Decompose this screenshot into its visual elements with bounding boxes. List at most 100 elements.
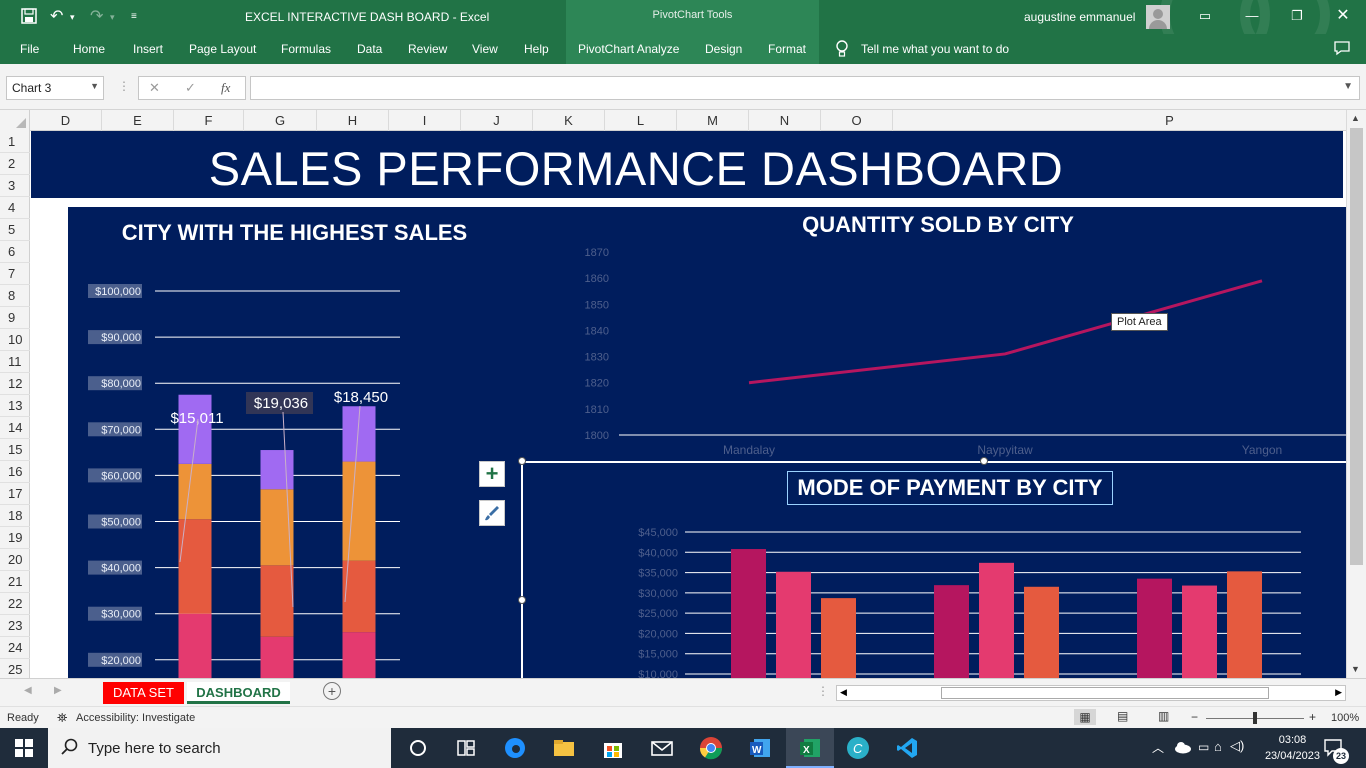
- chart-plot-highest-sales[interactable]: $10,000$20,000$30,000$40,000$50,000$60,0…: [68, 207, 521, 678]
- ribbon-display-icon[interactable]: ▭: [1195, 6, 1215, 26]
- column-header[interactable]: J: [461, 110, 533, 131]
- row-header[interactable]: 3: [0, 175, 30, 197]
- tab-data[interactable]: Data: [357, 42, 382, 56]
- column-header[interactable]: O: [821, 110, 893, 131]
- row-header[interactable]: 18: [0, 505, 30, 527]
- row-header[interactable]: 8: [0, 285, 30, 307]
- column-header[interactable]: L: [605, 110, 677, 131]
- next-sheet-icon[interactable]: ▶: [54, 685, 62, 696]
- row-header[interactable]: 12: [0, 373, 30, 395]
- taskbar-search[interactable]: Type here to search: [48, 728, 391, 768]
- comments-icon[interactable]: [1333, 40, 1351, 61]
- chart-highest-sales[interactable]: CITY WITH THE HIGHEST SALES $10,000$20,0…: [68, 207, 521, 678]
- chrome-icon[interactable]: [699, 736, 723, 760]
- horizontal-scrollbar[interactable]: ◀ ▶: [836, 685, 1346, 701]
- name-box[interactable]: Chart 3 ▼: [6, 76, 104, 100]
- chart-elements-button[interactable]: +: [479, 461, 505, 487]
- column-header[interactable]: P: [893, 110, 1366, 131]
- minimize-icon[interactable]: —: [1242, 6, 1262, 26]
- restore-icon[interactable]: ❐: [1287, 6, 1307, 26]
- row-header[interactable]: 2: [0, 153, 30, 175]
- store-icon[interactable]: [601, 736, 625, 760]
- chart-styles-button[interactable]: [479, 500, 505, 526]
- row-header[interactable]: 17: [0, 483, 30, 505]
- user-name[interactable]: augustine emmanuel: [1024, 10, 1135, 24]
- close-icon[interactable]: ✕: [1333, 6, 1353, 26]
- zoom-in-icon[interactable]: +: [1309, 710, 1316, 724]
- row-header[interactable]: 16: [0, 461, 30, 483]
- add-sheet-icon[interactable]: +: [323, 682, 341, 700]
- tab-file[interactable]: File: [20, 42, 39, 56]
- clock[interactable]: 03:08 23/04/2023: [1265, 732, 1320, 764]
- column-header[interactable]: H: [317, 110, 389, 131]
- tab-format[interactable]: Format: [768, 42, 806, 56]
- sheet-tab-dashboard[interactable]: DASHBOARD: [187, 682, 290, 704]
- canva-icon[interactable]: C: [846, 736, 870, 760]
- scroll-left-icon[interactable]: ◀: [840, 687, 847, 698]
- edge-icon[interactable]: [503, 736, 527, 760]
- row-header[interactable]: 6: [0, 241, 30, 263]
- cortana-icon[interactable]: [406, 736, 430, 760]
- row-header[interactable]: 22: [0, 593, 30, 615]
- formula-input[interactable]: ▼: [250, 76, 1360, 100]
- customize-qat-icon[interactable]: ≡: [131, 11, 137, 22]
- mail-icon[interactable]: [650, 736, 674, 760]
- row-header[interactable]: 14: [0, 417, 30, 439]
- undo-dropdown-icon[interactable]: ▾: [70, 12, 75, 23]
- row-header[interactable]: 11: [0, 351, 30, 373]
- resize-handle[interactable]: [518, 596, 526, 604]
- normal-view-icon[interactable]: ▦: [1074, 709, 1096, 725]
- cloud-icon[interactable]: [1174, 740, 1192, 759]
- column-header[interactable]: E: [102, 110, 174, 131]
- row-header[interactable]: 24: [0, 637, 30, 659]
- zoom-out-icon[interactable]: −: [1191, 710, 1198, 724]
- tab-view[interactable]: View: [472, 42, 498, 56]
- scroll-up-icon[interactable]: ▲: [1351, 113, 1360, 123]
- row-header[interactable]: 15: [0, 439, 30, 461]
- column-header[interactable]: I: [389, 110, 461, 131]
- redo-icon[interactable]: ↷: [90, 6, 103, 26]
- column-header[interactable]: M: [677, 110, 749, 131]
- row-header[interactable]: 4: [0, 197, 30, 219]
- row-header[interactable]: 7: [0, 263, 30, 285]
- prev-sheet-icon[interactable]: ◀: [24, 685, 32, 696]
- insert-function-icon[interactable]: fx: [221, 80, 230, 96]
- vscode-icon[interactable]: [895, 736, 919, 760]
- row-header[interactable]: 5: [0, 219, 30, 241]
- cancel-icon[interactable]: ✕: [149, 80, 160, 96]
- windows-start-icon[interactable]: [15, 739, 33, 762]
- tab-help[interactable]: Help: [524, 42, 549, 56]
- chart-plot-quantity-sold[interactable]: 1800 1810 1820 1830 1840 1850 1860 1870 Mandalay…: [521, 207, 1346, 461]
- tab-design[interactable]: Design: [705, 42, 742, 56]
- accessibility-icon[interactable]: ⛯: [57, 710, 67, 726]
- row-header[interactable]: 21: [0, 571, 30, 593]
- row-header[interactable]: 9: [0, 307, 30, 329]
- row-header[interactable]: 19: [0, 527, 30, 549]
- network-icon[interactable]: ⌂: [1214, 739, 1222, 754]
- tab-insert[interactable]: Insert: [133, 42, 163, 56]
- row-header[interactable]: 1: [0, 131, 30, 153]
- column-header[interactable]: N: [749, 110, 821, 131]
- battery-icon[interactable]: ▭: [1198, 740, 1209, 754]
- chevron-down-icon[interactable]: ▼: [90, 81, 99, 91]
- vertical-scrollbar[interactable]: ▲ ▼: [1346, 110, 1366, 678]
- column-header[interactable]: G: [244, 110, 317, 131]
- chart-plot-payment-mode[interactable]: $10,000 $15,000 $20,000 $25,000 $30,000 $35,0…: [523, 463, 1346, 678]
- tab-review[interactable]: Review: [408, 42, 447, 56]
- sheet-tab-data-set[interactable]: DATA SET: [103, 682, 184, 704]
- volume-icon[interactable]: ◁): [1230, 738, 1244, 754]
- accessibility-status[interactable]: Accessibility: Investigate: [76, 712, 195, 724]
- h-scroll-thumb[interactable]: [941, 687, 1269, 699]
- row-header[interactable]: 13: [0, 395, 30, 417]
- undo-icon[interactable]: ↶: [50, 6, 63, 26]
- page-break-view-icon[interactable]: ▥: [1158, 709, 1169, 723]
- row-header[interactable]: 23: [0, 615, 30, 637]
- scroll-thumb[interactable]: [1350, 128, 1363, 565]
- zoom-slider-thumb[interactable]: [1253, 712, 1257, 724]
- save-icon[interactable]: [20, 7, 38, 29]
- drag-handle-icon[interactable]: ⋮: [118, 79, 130, 93]
- word-icon[interactable]: W: [748, 736, 772, 760]
- worksheet[interactable]: SALES PERFORMANCE DASHBOARD CITY WITH TH…: [31, 131, 1346, 678]
- scroll-right-icon[interactable]: ▶: [1335, 687, 1342, 698]
- redo-dropdown-icon[interactable]: ▾: [110, 12, 115, 23]
